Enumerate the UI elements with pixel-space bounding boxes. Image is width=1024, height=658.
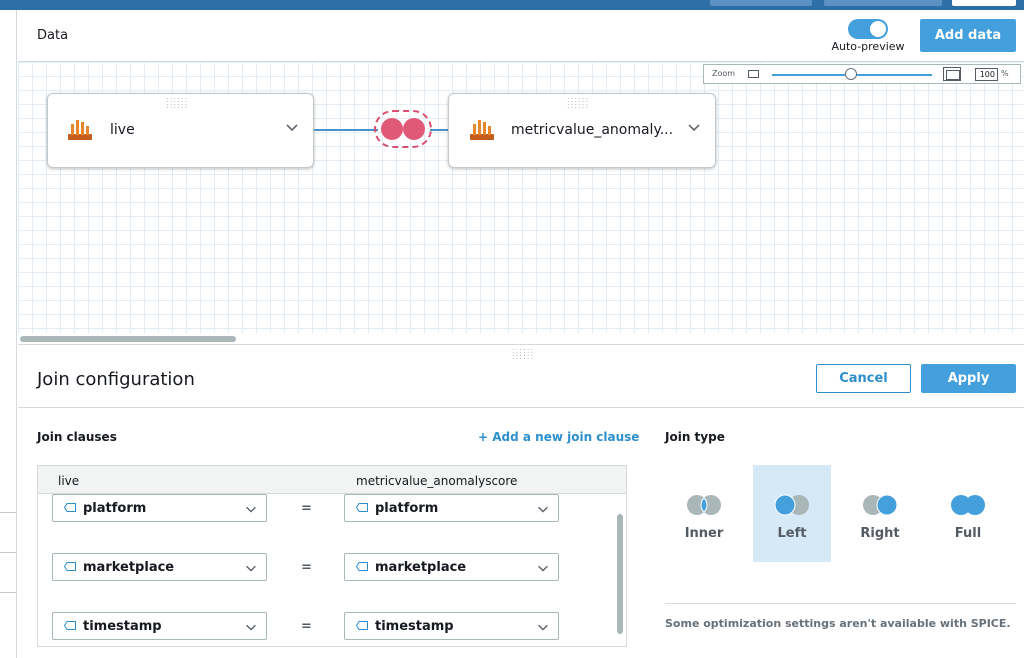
right-field-select[interactable]: marketplace — [344, 553, 559, 581]
field-name: marketplace — [375, 560, 467, 575]
left-field-select[interactable]: timestamp — [52, 612, 267, 640]
auto-preview-label: Auto-preview — [831, 40, 905, 53]
left-field-select[interactable]: platform — [52, 494, 267, 522]
join-clauses-header: live metricvalue_anomalyscore — [38, 466, 626, 494]
drag-handle-icon[interactable]: :::::::::::: — [166, 96, 188, 110]
equals-sign: = — [301, 560, 312, 575]
join-icon-button[interactable] — [374, 110, 432, 148]
left-field-select[interactable]: marketplace — [52, 553, 267, 581]
join-connector-line — [314, 129, 378, 131]
canvas-horizontal-scrollbar[interactable] — [18, 333, 1024, 345]
full-join-icon — [951, 495, 985, 515]
toolbar-button[interactable] — [824, 0, 942, 6]
field-name: timestamp — [83, 619, 162, 634]
dimension-tag-icon — [64, 562, 76, 571]
join-type-label: Inner — [684, 526, 724, 541]
join-type-label: Left — [777, 526, 807, 541]
field-name: timestamp — [375, 619, 454, 634]
data-panel-header: Data Auto-preview Add data — [18, 10, 1024, 62]
chevron-down-icon[interactable] — [536, 561, 550, 575]
left-table-name: live — [58, 474, 80, 488]
chevron-down-icon[interactable] — [244, 561, 258, 575]
chevron-down-icon[interactable] — [686, 119, 702, 135]
database-bars-icon — [470, 120, 494, 140]
field-name: platform — [83, 501, 147, 516]
right-field-select[interactable]: timestamp — [344, 612, 559, 640]
add-join-clause-link[interactable]: + Add a new join clause — [478, 430, 639, 444]
clauses-vertical-scrollbar[interactable] — [617, 514, 623, 634]
node-label: live — [110, 122, 135, 138]
zoom-slider-handle[interactable] — [845, 68, 857, 80]
join-type-left[interactable]: Left — [753, 465, 831, 562]
right-join-icon — [863, 494, 898, 516]
fit-to-screen-icon[interactable] — [943, 67, 961, 81]
inner-join-icon — [687, 495, 721, 515]
chevron-down-icon[interactable] — [244, 620, 258, 634]
zoom-unit: % — [1001, 69, 1009, 78]
join-connector-line — [430, 129, 448, 131]
top-toolbar — [0, 0, 1024, 10]
equals-sign: = — [301, 619, 312, 634]
node-label: metricvalue_anomaly... — [511, 122, 674, 138]
zoom-value-input[interactable]: 100 — [975, 68, 998, 81]
join-clauses-title: Join clauses — [37, 430, 117, 444]
cancel-button[interactable]: Cancel — [816, 364, 911, 393]
dataset-node-live[interactable]: :::::::::::: live — [47, 93, 314, 168]
dataset-node-metricvalue[interactable]: :::::::::::: metricvalue_anomaly... — [448, 93, 716, 168]
join-type-label: Full — [954, 526, 982, 541]
dimension-tag-icon — [356, 562, 368, 571]
left-strip — [0, 10, 17, 658]
database-bars-icon — [68, 120, 92, 140]
join-canvas[interactable]: Zoom 100 % :::::::::::: live :::::::::::… — [18, 62, 1024, 333]
drag-handle-icon[interactable]: :::::::::::: — [567, 96, 589, 110]
zoom-out-icon[interactable] — [748, 70, 759, 78]
auto-preview-toggle[interactable] — [848, 19, 888, 39]
dimension-tag-icon — [356, 621, 368, 630]
chevron-down-icon[interactable] — [536, 502, 550, 516]
join-type-label: Right — [860, 526, 900, 541]
join-type-right[interactable]: Right — [841, 465, 919, 562]
chevron-down-icon[interactable] — [244, 502, 258, 516]
chevron-down-icon[interactable] — [536, 620, 550, 634]
divider — [665, 603, 1016, 604]
toolbar-button[interactable] — [710, 0, 812, 6]
dimension-tag-icon — [64, 621, 76, 630]
data-panel-title: Data — [37, 28, 69, 43]
join-config-header: Join configuration Cancel Apply — [18, 352, 1024, 408]
join-clauses-table: live metricvalue_anomalyscore platform =… — [37, 465, 627, 647]
right-table-name: metricvalue_anomalyscore — [356, 474, 518, 488]
join-type-inner[interactable]: Inner — [665, 465, 743, 562]
join-config-title: Join configuration — [37, 369, 195, 390]
join-type-full[interactable]: Full — [929, 465, 1007, 562]
field-name: marketplace — [83, 560, 175, 575]
zoom-control: Zoom 100 % — [703, 64, 1021, 84]
add-data-button[interactable]: Add data — [920, 19, 1016, 52]
zoom-label: Zoom — [712, 69, 736, 78]
dimension-tag-icon — [356, 503, 368, 512]
field-name: platform — [375, 501, 439, 516]
right-field-select[interactable]: platform — [344, 494, 559, 522]
chevron-down-icon[interactable] — [284, 119, 300, 135]
join-type-title: Join type — [665, 430, 725, 444]
dimension-tag-icon — [64, 503, 76, 512]
equals-sign: = — [301, 501, 312, 516]
left-join-icon — [774, 494, 809, 516]
toolbar-button[interactable] — [952, 0, 1016, 6]
spice-note: Some optimization settings aren't availa… — [665, 617, 1011, 630]
apply-button[interactable]: Apply — [921, 364, 1016, 393]
